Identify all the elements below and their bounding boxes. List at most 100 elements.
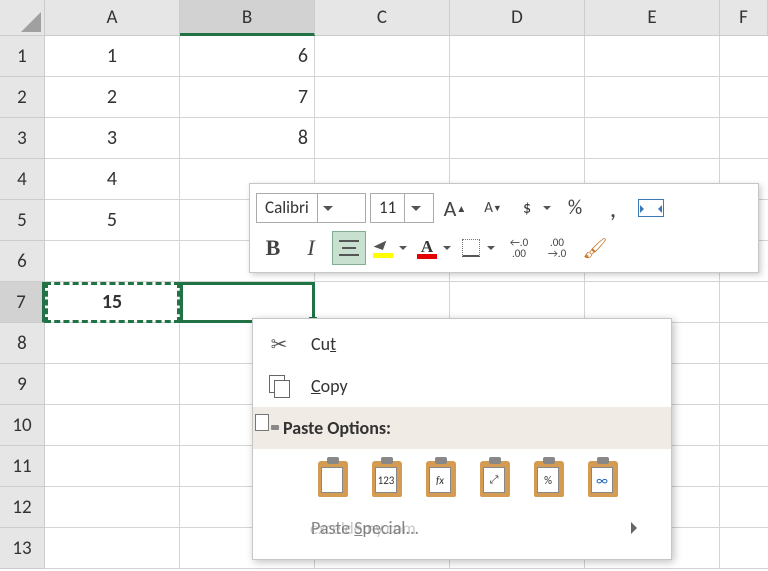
row-header-11[interactable]: 11: [0, 446, 45, 487]
cell-A1[interactable]: 1: [45, 36, 180, 77]
cell-A3[interactable]: 3: [45, 118, 180, 159]
cell-B7[interactable]: [180, 282, 315, 323]
font-name-combo[interactable]: Calibri: [256, 193, 366, 223]
decrease-decimal-icon: .00→.0: [548, 237, 566, 259]
chevron-down-icon[interactable]: [396, 231, 410, 265]
row-header-4[interactable]: 4: [0, 159, 45, 200]
col-header-E[interactable]: E: [585, 0, 720, 36]
cell-A12[interactable]: [45, 487, 180, 528]
cell-E2[interactable]: [585, 77, 720, 118]
cell-C3[interactable]: [315, 118, 450, 159]
increase-font-button[interactable]: A▲: [438, 191, 472, 225]
select-all-corner[interactable]: [0, 0, 45, 36]
borders-button[interactable]: [458, 231, 498, 265]
cell-E1[interactable]: [585, 36, 720, 77]
paste-link-button[interactable]: ∞: [579, 455, 627, 503]
cell-A5[interactable]: 5: [45, 200, 180, 241]
cell-A10[interactable]: [45, 405, 180, 446]
paste-formatting-icon: %: [537, 467, 559, 493]
cell-B1[interactable]: 6: [180, 36, 315, 77]
bold-button[interactable]: B: [256, 231, 290, 265]
cell-B2[interactable]: 7: [180, 77, 315, 118]
accounting-format-button[interactable]: $: [514, 191, 554, 225]
menu-paste-options-header: Paste Options:: [253, 407, 671, 449]
cell-F9[interactable]: [720, 364, 768, 405]
cell-D2[interactable]: [450, 77, 585, 118]
row-header-3[interactable]: 3: [0, 118, 45, 159]
cell-E3[interactable]: [585, 118, 720, 159]
cell-F11[interactable]: [720, 446, 768, 487]
font-color-button[interactable]: A: [414, 231, 454, 265]
align-center-button[interactable]: [332, 231, 366, 265]
paste-transpose-button[interactable]: ⤢: [471, 455, 519, 503]
row-header-2[interactable]: 2: [0, 77, 45, 118]
cell-A9[interactable]: [45, 364, 180, 405]
cell-F8[interactable]: [720, 323, 768, 364]
font-size-combo[interactable]: 11: [370, 193, 434, 223]
paste-formatting-button[interactable]: %: [525, 455, 573, 503]
chevron-down-icon[interactable]: [440, 231, 454, 265]
decrease-decimal-button[interactable]: .00→.0: [540, 231, 574, 265]
percent-format-button[interactable]: %: [558, 191, 592, 225]
cell-E7[interactable]: [585, 282, 720, 323]
col-header-F[interactable]: F: [720, 0, 768, 36]
row-header-7[interactable]: 7: [0, 282, 45, 323]
col-header-D[interactable]: D: [450, 0, 585, 36]
italic-button[interactable]: I: [294, 231, 328, 265]
row-headers: 1 2 3 4 5 6 7 8 9 10 11 12 13: [0, 36, 45, 569]
row-header-5[interactable]: 5: [0, 200, 45, 241]
row-header-10[interactable]: 10: [0, 405, 45, 446]
cell-A7[interactable]: 15: [45, 282, 180, 323]
cell-F10[interactable]: [720, 405, 768, 446]
paste-formulas-button[interactable]: fx: [417, 455, 465, 503]
cell-D3[interactable]: [450, 118, 585, 159]
cell-C7[interactable]: [315, 282, 450, 323]
paste-all-button[interactable]: [309, 455, 357, 503]
col-header-A[interactable]: A: [45, 0, 180, 36]
chevron-down-icon[interactable]: [540, 191, 554, 225]
cell-C2[interactable]: [315, 77, 450, 118]
chevron-down-icon[interactable]: [484, 231, 498, 265]
comma-icon: ,: [610, 192, 617, 224]
cell-D1[interactable]: [450, 36, 585, 77]
cell-A6[interactable]: [45, 241, 180, 282]
chevron-down-icon[interactable]: [317, 194, 339, 222]
paste-values-button[interactable]: 123: [363, 455, 411, 503]
increase-decimal-button[interactable]: ←.0.00: [502, 231, 536, 265]
cell-A11[interactable]: [45, 446, 180, 487]
borders-icon: [458, 231, 484, 265]
cell-B3[interactable]: 8: [180, 118, 315, 159]
menu-cut[interactable]: ✂ Cut: [253, 323, 671, 365]
menu-cut-label: Cut: [311, 333, 336, 355]
decrease-font-button[interactable]: A▼: [476, 191, 510, 225]
row-header-12[interactable]: 12: [0, 487, 45, 528]
cell-F3[interactable]: [720, 118, 768, 159]
fill-color-button[interactable]: [370, 231, 410, 265]
merge-center-button[interactable]: [634, 191, 668, 225]
cell-A8[interactable]: [45, 323, 180, 364]
menu-paste-special[interactable]: Paste Special...: [253, 509, 671, 547]
cell-A13[interactable]: [45, 528, 180, 569]
increase-decimal-icon: ←.0.00: [510, 237, 528, 259]
menu-copy[interactable]: Copy: [253, 365, 671, 407]
row-header-6[interactable]: 6: [0, 241, 45, 282]
cell-F13[interactable]: [720, 528, 768, 569]
row-header-1[interactable]: 1: [0, 36, 45, 77]
cell-F2[interactable]: [720, 77, 768, 118]
cell-A2[interactable]: 2: [45, 77, 180, 118]
cell-D7[interactable]: [450, 282, 585, 323]
comma-format-button[interactable]: ,: [596, 191, 630, 225]
row-header-9[interactable]: 9: [0, 364, 45, 405]
cell-A4[interactable]: 4: [45, 159, 180, 200]
cell-F7[interactable]: [720, 282, 768, 323]
row-header-8[interactable]: 8: [0, 323, 45, 364]
row-header-13[interactable]: 13: [0, 528, 45, 569]
format-painter-button[interactable]: 🖌: [578, 231, 612, 265]
cell-C1[interactable]: [315, 36, 450, 77]
col-header-B[interactable]: B: [180, 0, 315, 36]
percent-icon: %: [568, 196, 582, 220]
cell-F12[interactable]: [720, 487, 768, 528]
cell-F1[interactable]: [720, 36, 768, 77]
col-header-C[interactable]: C: [315, 0, 450, 36]
chevron-down-icon[interactable]: [404, 194, 426, 222]
